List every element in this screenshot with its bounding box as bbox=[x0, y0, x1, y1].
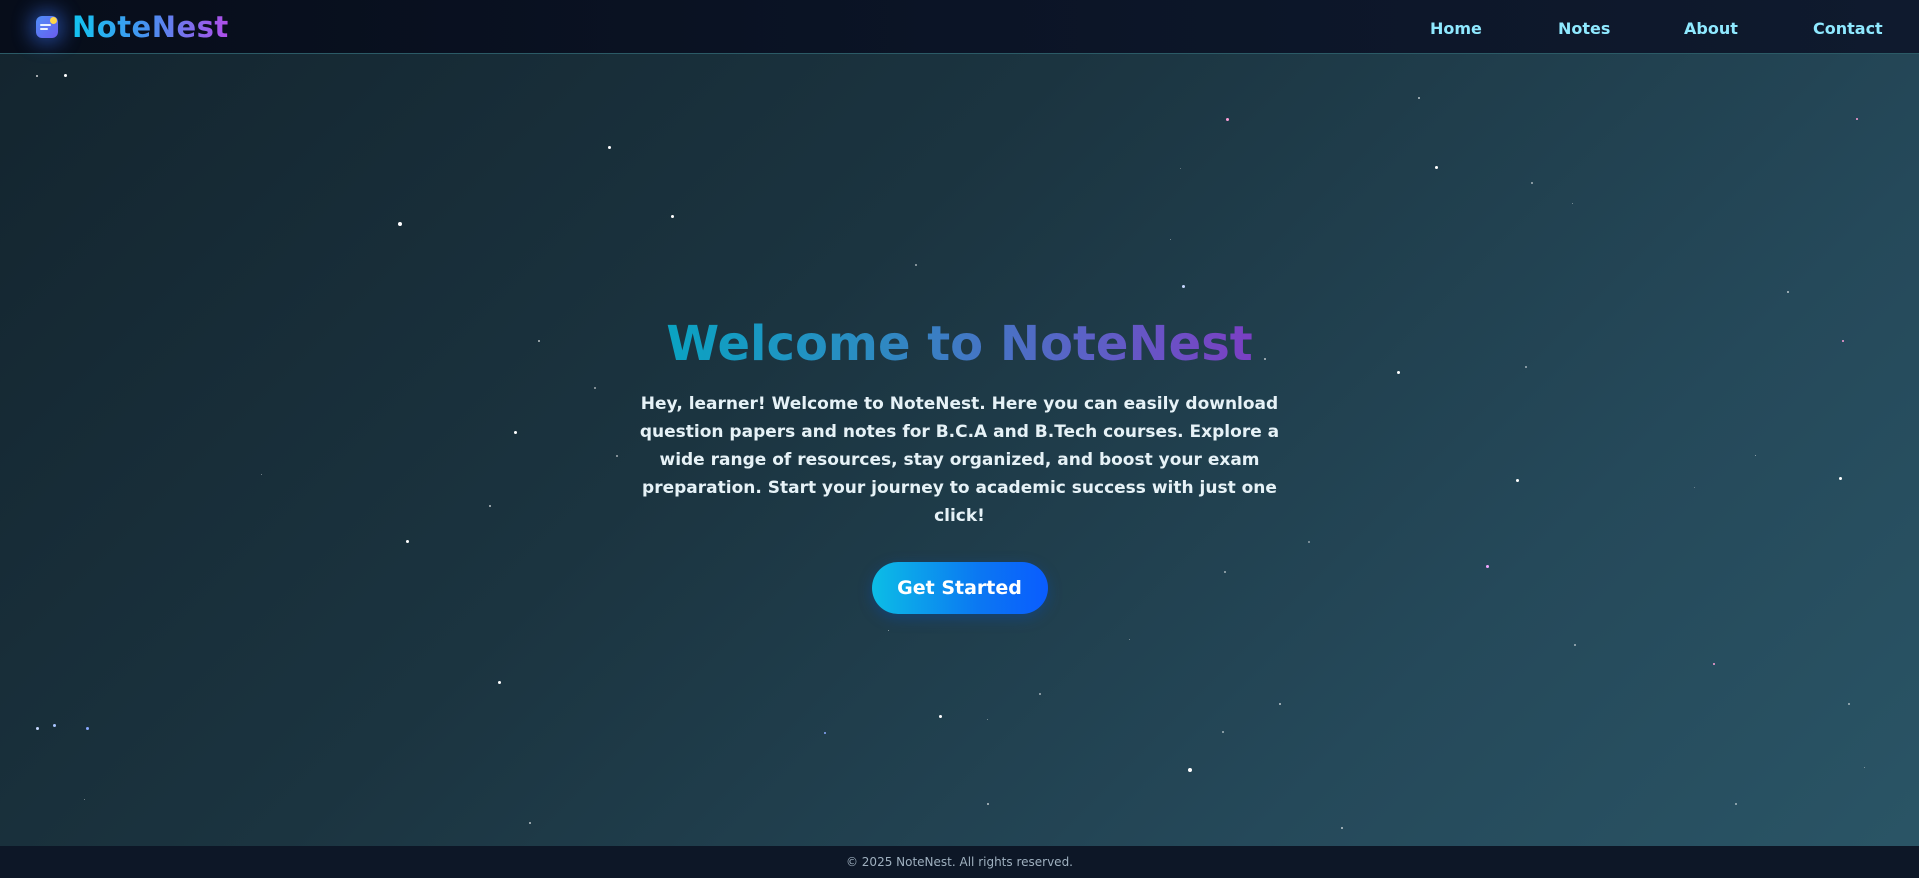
star bbox=[1226, 118, 1229, 121]
brand[interactable]: NoteNest bbox=[36, 0, 229, 54]
nav-link-notes[interactable]: Notes bbox=[1558, 19, 1610, 38]
star bbox=[1222, 731, 1224, 733]
nav-link-home[interactable]: Home bbox=[1430, 19, 1482, 38]
star bbox=[671, 215, 674, 218]
star bbox=[987, 719, 988, 720]
footer-copyright: © 2025 NoteNest. All rights reserved. bbox=[845, 855, 1073, 869]
star bbox=[36, 727, 39, 730]
star bbox=[1574, 644, 1576, 646]
star bbox=[608, 146, 611, 149]
star bbox=[939, 715, 942, 718]
footer: © 2025 NoteNest. All rights reserved. bbox=[0, 846, 1919, 878]
star bbox=[1279, 703, 1281, 705]
star bbox=[36, 75, 38, 77]
star bbox=[1848, 703, 1850, 705]
star bbox=[1341, 827, 1343, 829]
star bbox=[498, 681, 501, 684]
star bbox=[1418, 97, 1420, 99]
star bbox=[1129, 639, 1130, 640]
hero-section: Welcome to NoteNest Hey, learner! Welcom… bbox=[0, 310, 1919, 614]
star bbox=[1435, 166, 1438, 169]
get-started-button[interactable]: Get Started bbox=[871, 562, 1048, 614]
star bbox=[1182, 285, 1185, 288]
star bbox=[824, 732, 826, 734]
star bbox=[64, 74, 67, 77]
star bbox=[1856, 118, 1858, 120]
nav-link-contact[interactable]: Contact bbox=[1813, 19, 1883, 38]
star bbox=[1180, 168, 1181, 169]
navbar: NoteNest Home Notes About Contact bbox=[0, 0, 1919, 54]
star bbox=[1170, 239, 1171, 240]
nav-link-about[interactable]: About bbox=[1684, 19, 1738, 38]
star bbox=[987, 803, 989, 805]
star bbox=[888, 630, 889, 631]
star bbox=[915, 264, 917, 266]
star bbox=[1039, 693, 1041, 695]
star bbox=[1864, 767, 1865, 768]
star bbox=[398, 222, 402, 226]
notebook-logo-icon bbox=[36, 16, 58, 38]
star bbox=[1188, 768, 1192, 772]
star bbox=[1572, 203, 1573, 204]
brand-name: NoteNest bbox=[72, 10, 229, 44]
hero-title: Welcome to NoteNest bbox=[666, 310, 1252, 378]
star bbox=[1735, 803, 1737, 805]
star bbox=[1531, 182, 1533, 184]
hero-description: Hey, learner! Welcome to NoteNest. Here … bbox=[639, 394, 1280, 526]
star bbox=[1787, 291, 1789, 293]
star bbox=[1713, 663, 1715, 665]
star bbox=[53, 724, 56, 727]
star bbox=[86, 727, 89, 730]
star bbox=[84, 799, 85, 800]
star bbox=[529, 822, 531, 824]
